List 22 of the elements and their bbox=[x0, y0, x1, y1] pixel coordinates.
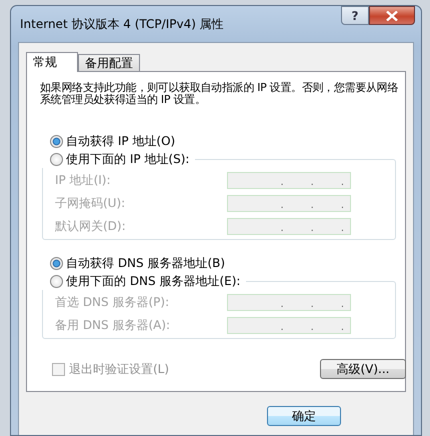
radio-button[interactable] bbox=[50, 256, 63, 270]
ok-button[interactable]: 确定 bbox=[267, 406, 341, 426]
radio-button[interactable] bbox=[50, 152, 63, 166]
radio-label[interactable]: 自动获得 DNS 服务器地址(B) bbox=[66, 254, 226, 272]
close-icon bbox=[386, 10, 398, 20]
field-label: 备用 DNS 服务器(A): bbox=[55, 317, 170, 334]
radio-button[interactable] bbox=[50, 274, 63, 288]
help-button[interactable]: ? bbox=[341, 6, 369, 25]
advanced-button[interactable]: 高级(V)... bbox=[320, 359, 406, 379]
field-label: IP 地址(I): bbox=[55, 172, 111, 189]
description-text: 如果网络支持此功能，则可以获取自动指派的 IP 设置。否则，您需要从网络系统管理员处获得适当的 IP 设置。 bbox=[40, 82, 400, 106]
field-label: 子网掩码(U): bbox=[55, 195, 126, 212]
field-label: 首选 DNS 服务器(P): bbox=[55, 294, 170, 311]
tab[interactable]: 备用配置 bbox=[78, 54, 140, 71]
radio-label[interactable]: 使用下面的 IP 地址(S): bbox=[66, 150, 190, 168]
radio-label[interactable]: 自动获得 IP 地址(O) bbox=[66, 132, 176, 150]
radio-button[interactable] bbox=[50, 134, 63, 148]
radio-label[interactable]: 使用下面的 DNS 服务器地址(E): bbox=[66, 272, 240, 290]
field-label: 默认网关(D): bbox=[55, 218, 126, 235]
tab[interactable]: 常规 bbox=[26, 52, 78, 72]
window-title: Internet 协议版本 4 (TCP/IPv4) 属性 bbox=[19, 16, 224, 32]
close-button[interactable] bbox=[369, 6, 415, 25]
